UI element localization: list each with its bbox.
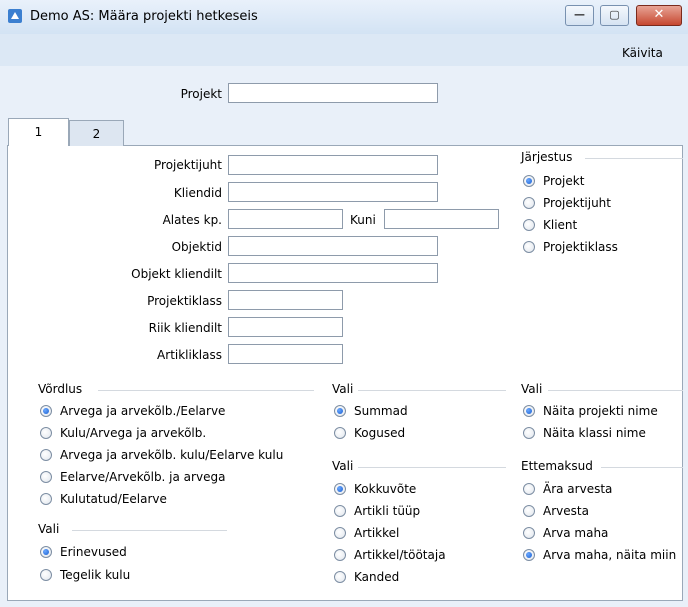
objekt-kliendilt-label: Objekt kliendilt (131, 267, 222, 281)
radio-vordlus-5[interactable]: Kulutatud/Eelarve (38, 492, 167, 506)
tab-2[interactable]: 2 (69, 120, 124, 146)
radio-button[interactable] (334, 483, 346, 495)
radio-naita-projekti-nime[interactable]: Näita projekti nime (521, 404, 658, 418)
radio-artikkel[interactable]: Artikkel (332, 526, 399, 540)
objekt-kliendilt-field[interactable] (228, 263, 438, 283)
radio-vordlus-4[interactable]: Eelarve/Arvekõlb. ja arvega (38, 470, 225, 484)
radio-projektiklass[interactable]: Projektiklass (521, 240, 618, 254)
maximize-icon: ▢ (609, 8, 620, 21)
vali-c-group-title: Vali (332, 459, 354, 473)
radio-button[interactable] (40, 449, 52, 461)
kuni-field[interactable] (384, 209, 499, 229)
radio-erinevused[interactable]: Erinevused (38, 545, 127, 559)
radio-summad[interactable]: Summad (332, 404, 408, 418)
radio-vordlus-3[interactable]: Arvega ja arvekõlb. kulu/Eelarve kulu (38, 448, 283, 462)
radio-button[interactable] (40, 493, 52, 505)
radio-artikkel-tootaja[interactable]: Artikkel/töötaja (332, 548, 446, 562)
radio-button[interactable] (334, 505, 346, 517)
radio-tegelik-kulu[interactable]: Tegelik kulu (38, 568, 130, 582)
radio-button[interactable] (40, 569, 52, 581)
close-button[interactable]: ✕ (636, 5, 682, 26)
radio-button[interactable] (523, 219, 535, 231)
radio-vordlus-1[interactable]: Arvega ja arvekõlb./Eelarve (38, 404, 225, 418)
vordlus-group-title: Võrdlus (38, 382, 83, 396)
objektid-field[interactable] (228, 236, 438, 256)
radio-button[interactable] (523, 175, 535, 187)
group-divider (358, 467, 506, 468)
radio-button[interactable] (40, 546, 52, 558)
projektiklass-label: Projektiklass (147, 294, 222, 308)
group-divider (72, 530, 227, 531)
radio-button[interactable] (523, 197, 535, 209)
radio-button[interactable] (334, 549, 346, 561)
kuni-label: Kuni (350, 213, 376, 227)
radio-kanded[interactable]: Kanded (332, 570, 399, 584)
projektiklass-field[interactable] (228, 290, 343, 310)
radio-kogused[interactable]: Kogused (332, 426, 405, 440)
vali-d-group-title: Vali (521, 382, 543, 396)
tab-1[interactable]: 1 (8, 118, 69, 146)
group-divider (98, 390, 314, 391)
vali-b-group-title: Vali (332, 382, 354, 396)
group-divider (548, 390, 683, 391)
radio-arva-maha-naita-miin[interactable]: Arva maha, näita miin (521, 548, 683, 562)
radio-ara-arvesta[interactable]: Ära arvesta (521, 482, 612, 496)
radio-kokkuvote[interactable]: Kokkuvõte (332, 482, 416, 496)
run-menu-item[interactable]: Käivita (622, 46, 663, 60)
project-label: Projekt (180, 87, 222, 101)
radio-arvesta[interactable]: Arvesta (521, 504, 589, 518)
radio-arva-maha[interactable]: Arva maha (521, 526, 608, 540)
radio-button[interactable] (40, 471, 52, 483)
artikliklass-label: Artikliklass (157, 348, 222, 362)
radio-button[interactable] (523, 549, 535, 561)
radio-button[interactable] (523, 241, 535, 253)
radio-button[interactable] (334, 405, 346, 417)
kliendid-label: Kliendid (173, 186, 222, 200)
riik-kliendilt-label: Riik kliendilt (148, 321, 222, 335)
minimize-icon: — (574, 8, 585, 21)
projektijuht-field[interactable] (228, 155, 438, 175)
alates-field[interactable] (228, 209, 343, 229)
radio-button[interactable] (523, 405, 535, 417)
group-divider (601, 467, 683, 468)
window-title: Demo AS: Määra projekti hetkeseis (30, 9, 258, 24)
radio-artikli-tyyp[interactable]: Artikli tüüp (332, 504, 420, 518)
radio-button[interactable] (40, 427, 52, 439)
objektid-label: Objektid (171, 240, 222, 254)
radio-klient[interactable]: Klient (521, 218, 577, 232)
menu-bar (0, 34, 688, 66)
group-divider (358, 390, 506, 391)
radio-projekt[interactable]: Projekt (521, 174, 584, 188)
jarjestus-group-title: Järjestus (521, 150, 573, 164)
alates-label: Alates kp. (162, 213, 222, 227)
radio-button[interactable] (523, 527, 535, 539)
radio-button[interactable] (334, 571, 346, 583)
maximize-button[interactable]: ▢ (600, 5, 629, 26)
radio-button[interactable] (523, 505, 535, 517)
radio-button[interactable] (334, 427, 346, 439)
radio-button[interactable] (523, 483, 535, 495)
radio-button[interactable] (40, 405, 52, 417)
close-icon: ✕ (653, 7, 665, 22)
app-icon (8, 9, 22, 23)
radio-button[interactable] (523, 427, 535, 439)
projektijuht-label: Projektijuht (154, 158, 222, 172)
radio-button[interactable] (334, 527, 346, 539)
group-divider (585, 158, 683, 159)
radio-vordlus-2[interactable]: Kulu/Arvega ja arvekõlb. (38, 426, 206, 440)
ettemaksud-group-title: Ettemaksud (521, 459, 593, 473)
project-field[interactable] (228, 83, 438, 103)
radio-naita-klassi-nime[interactable]: Näita klassi nime (521, 426, 646, 440)
radio-projektijuht[interactable]: Projektijuht (521, 196, 611, 210)
kliendid-field[interactable] (228, 182, 438, 202)
riik-kliendilt-field[interactable] (228, 317, 343, 337)
minimize-button[interactable]: — (565, 5, 594, 26)
artikliklass-field[interactable] (228, 344, 343, 364)
vali-a-group-title: Vali (38, 522, 60, 536)
